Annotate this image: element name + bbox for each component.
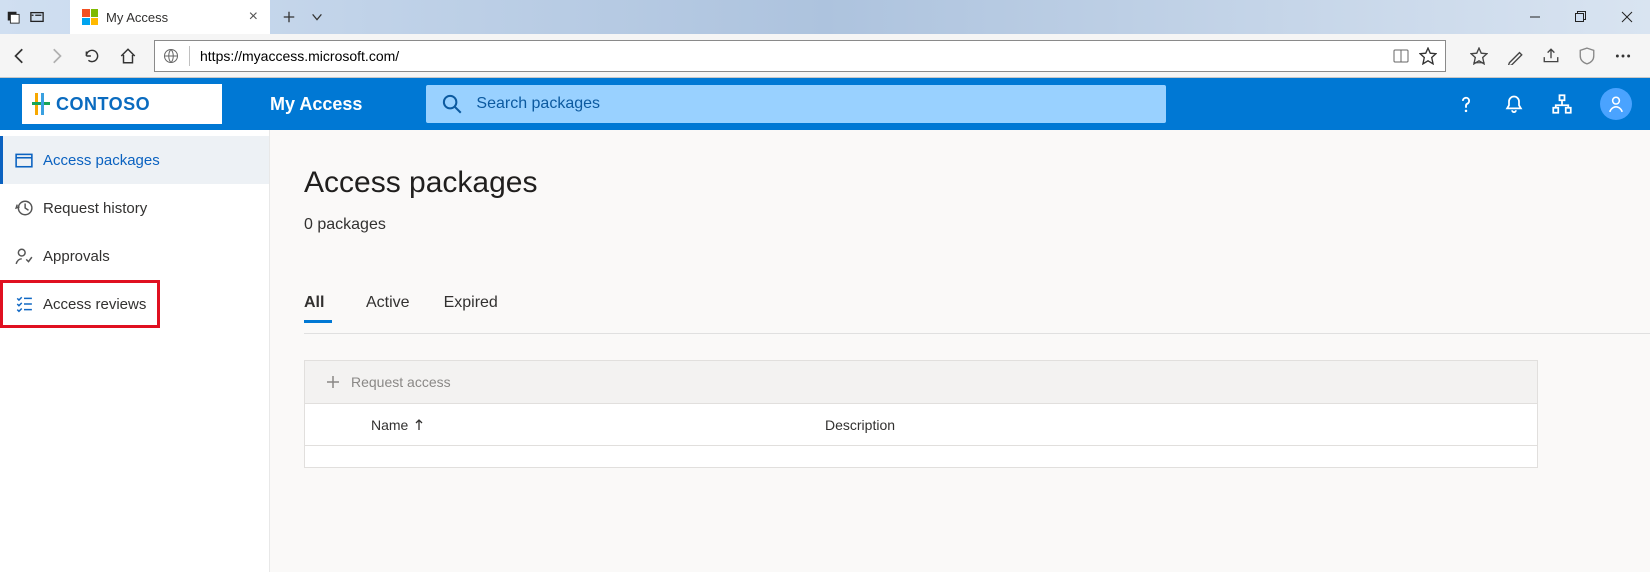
address-bar[interactable] (154, 40, 1446, 72)
table-body-empty (304, 446, 1538, 468)
new-tab-button[interactable] (282, 10, 296, 24)
divider (189, 46, 190, 66)
search-input[interactable] (476, 95, 1150, 113)
more-icon[interactable] (1614, 47, 1632, 65)
help-button[interactable] (1456, 94, 1476, 114)
browser-tab[interactable]: My Access × (70, 0, 270, 34)
app-icon (6, 10, 20, 24)
tab-all[interactable]: All (304, 294, 332, 333)
ms-logo-icon (82, 9, 98, 25)
request-access-button[interactable]: Request access (351, 374, 451, 390)
sidebar-item-label: Access reviews (43, 296, 146, 313)
notes-icon[interactable] (1506, 47, 1524, 65)
plus-icon (325, 374, 341, 390)
sidebar-item-access-packages[interactable]: Access packages (0, 136, 269, 184)
org-button[interactable] (1552, 94, 1572, 114)
home-button[interactable] (118, 46, 138, 66)
sidebar-item-label: Access packages (43, 152, 160, 169)
column-name[interactable]: Name (305, 417, 825, 433)
column-description[interactable]: Description (825, 417, 1537, 433)
reading-view-icon[interactable] (1393, 48, 1409, 64)
close-tab-button[interactable]: × (249, 8, 258, 26)
back-button[interactable] (10, 46, 30, 66)
sort-asc-icon (414, 419, 424, 431)
sidebar-item-label: Approvals (43, 248, 110, 265)
person-check-icon (15, 247, 33, 265)
sidebar-item-label: Request history (43, 200, 147, 217)
history-icon (15, 199, 33, 217)
url-input[interactable] (200, 48, 1383, 64)
sidebar-item-approvals[interactable]: Approvals (0, 232, 269, 280)
sidebar-item-request-history[interactable]: Request history (0, 184, 269, 232)
window-restore-button[interactable] (1558, 0, 1604, 34)
app-header: CONTOSO My Access (0, 78, 1650, 130)
search-icon (442, 94, 462, 114)
sidebar: Access packages Request history Approval… (0, 130, 270, 572)
main-content: Access packages 0 packages All Active Ex… (270, 130, 1650, 572)
window-close-button[interactable] (1604, 0, 1650, 34)
package-count: 0 packages (304, 216, 1650, 234)
browser-toolbar (0, 34, 1650, 78)
app-body: Access packages Request history Approval… (0, 130, 1650, 572)
notifications-button[interactable] (1504, 94, 1524, 114)
share-icon[interactable] (1542, 47, 1560, 65)
brand-name: CONTOSO (56, 94, 150, 115)
tab-title: My Access (106, 10, 241, 25)
tab-active[interactable]: Active (366, 294, 410, 333)
user-avatar[interactable] (1600, 88, 1632, 120)
app-title: My Access (270, 94, 362, 115)
filter-tabs: All Active Expired (304, 294, 1650, 334)
command-bar: Request access (304, 360, 1538, 404)
brand-logo[interactable]: CONTOSO (22, 84, 222, 124)
security-icon[interactable] (1578, 47, 1596, 65)
contoso-logo-icon (32, 93, 50, 115)
package-icon (15, 151, 33, 169)
forward-button[interactable] (46, 46, 66, 66)
favorites-icon[interactable] (1470, 47, 1488, 65)
task-switch-icon[interactable] (30, 10, 44, 24)
window-minimize-button[interactable] (1512, 0, 1558, 34)
window-titlebar: My Access × (0, 0, 1650, 34)
globe-icon (163, 48, 179, 64)
search-box[interactable] (426, 85, 1166, 123)
tab-expired[interactable]: Expired (444, 294, 498, 333)
table-header: Name Description (304, 404, 1538, 446)
checklist-icon (15, 295, 33, 313)
page-title: Access packages (304, 166, 1650, 200)
favorite-star-icon[interactable] (1419, 47, 1437, 65)
sidebar-item-access-reviews[interactable]: Access reviews (0, 280, 160, 328)
refresh-button[interactable] (82, 46, 102, 66)
tab-actions-button[interactable] (310, 10, 324, 24)
